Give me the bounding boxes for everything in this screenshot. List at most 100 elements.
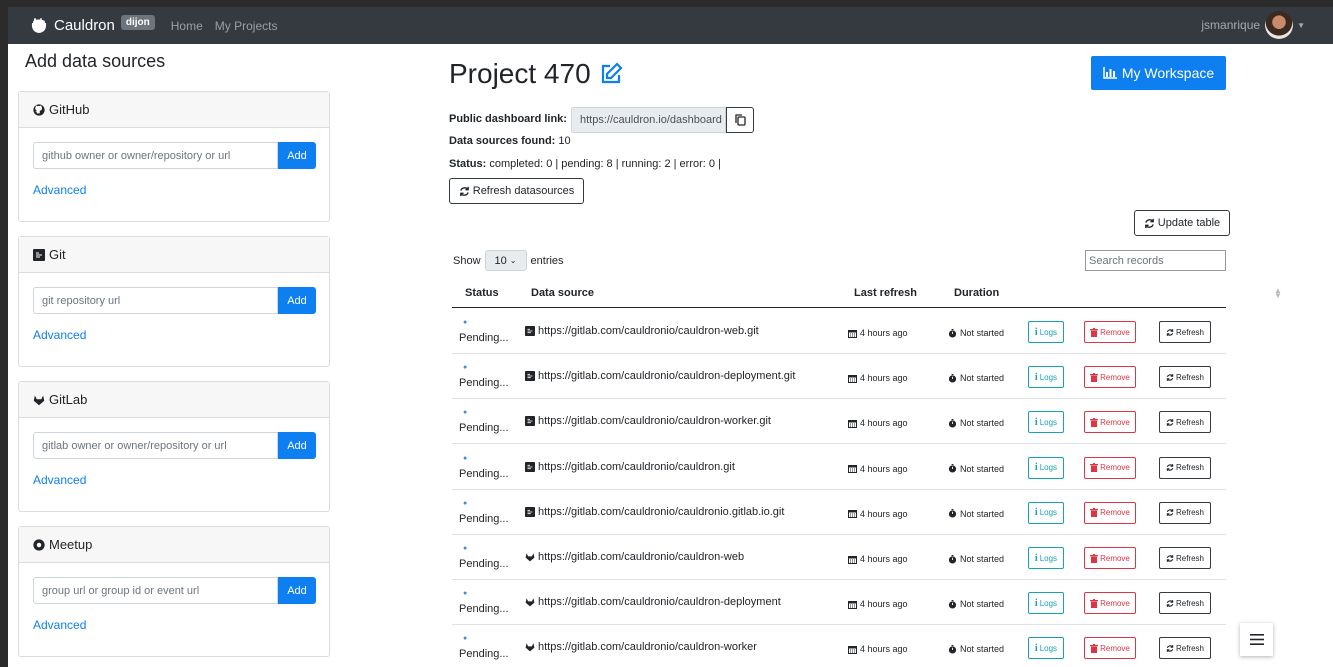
brand[interactable]: Cauldron dijon bbox=[30, 15, 155, 34]
calendar-icon bbox=[848, 510, 857, 519]
meetup-advanced-link[interactable]: Advanced bbox=[33, 618, 315, 632]
refresh-button[interactable]: Refresh bbox=[1159, 321, 1211, 343]
refresh-button[interactable]: Refresh bbox=[1159, 456, 1211, 479]
remove-button[interactable]: Remove bbox=[1084, 547, 1136, 569]
refresh-icon bbox=[1166, 464, 1174, 471]
row-last-refresh-value: 4 hours ago bbox=[860, 373, 908, 384]
logs-label: Logs bbox=[1039, 327, 1058, 337]
meetup-add-button[interactable]: Add bbox=[278, 577, 316, 604]
meetup-input[interactable] bbox=[33, 577, 278, 604]
logs-button[interactable]: i Logs bbox=[1028, 411, 1064, 434]
menu-button[interactable] bbox=[1240, 623, 1273, 656]
refresh-datasources-button[interactable]: Refresh datasources bbox=[449, 178, 584, 204]
row-last-refresh-value: 4 hours ago bbox=[860, 554, 908, 564]
header-duration[interactable]: Duration bbox=[954, 287, 999, 299]
git-advanced-link[interactable]: Advanced bbox=[33, 328, 315, 342]
stopwatch-icon bbox=[948, 599, 957, 609]
nav-my-projects[interactable]: My Projects bbox=[215, 19, 278, 33]
gitlab-input[interactable] bbox=[33, 432, 278, 459]
logs-button[interactable]: i Logs bbox=[1028, 547, 1064, 569]
remove-label: Remove bbox=[1100, 643, 1130, 653]
github-advanced-link[interactable]: Advanced bbox=[33, 183, 315, 197]
public-link-field[interactable]: https://cauldron.io/dashboard bbox=[571, 107, 726, 133]
edit-icon[interactable] bbox=[599, 62, 623, 86]
calendar-icon bbox=[848, 465, 857, 474]
search-records-input[interactable] bbox=[1085, 250, 1226, 271]
table-row: ● Pending... https://gitlab.com/cauldronio… bbox=[452, 580, 1226, 626]
stopwatch-icon bbox=[948, 644, 957, 654]
header-status[interactable]: Status bbox=[465, 287, 499, 299]
header-data-source[interactable]: Data source bbox=[531, 287, 594, 299]
row-duration-value: Not started bbox=[960, 644, 1005, 655]
remove-button[interactable]: Remove bbox=[1084, 366, 1136, 389]
gitlab-add-button[interactable]: Add bbox=[278, 432, 316, 459]
info-icon: i bbox=[1034, 642, 1038, 654]
row-source: https://gitlab.com/cauldronio/cauldron-d… bbox=[525, 596, 781, 608]
gitlab-advanced-link[interactable]: Advanced bbox=[33, 473, 315, 487]
stopwatch-icon bbox=[948, 418, 957, 428]
my-workspace-button[interactable]: My Workspace bbox=[1091, 56, 1226, 90]
row-source-url: https://gitlab.com/cauldronio/cauldron-d… bbox=[538, 596, 781, 609]
row-status: Pending... bbox=[459, 603, 509, 616]
card-github: GitHub Add Advanced bbox=[18, 91, 330, 222]
refresh-button[interactable]: Refresh bbox=[1159, 592, 1211, 615]
info-icon: i bbox=[1034, 416, 1038, 428]
info-icon: i bbox=[1034, 597, 1038, 609]
sort-icon[interactable]: ▲ ▼ bbox=[1274, 287, 1282, 300]
github-input[interactable] bbox=[33, 142, 278, 169]
status-line: Status: completed: 0 | pending: 8 | runn… bbox=[449, 158, 721, 170]
logs-button[interactable]: i Logs bbox=[1028, 456, 1064, 479]
table-row: ● Pending... https://gitlab.com/cauldronio… bbox=[452, 625, 1226, 667]
refresh-button[interactable]: Refresh bbox=[1159, 637, 1211, 660]
update-table-button[interactable]: Update table bbox=[1134, 210, 1230, 236]
project-name: Project 470 bbox=[449, 58, 591, 89]
remove-button[interactable]: Remove bbox=[1084, 321, 1136, 343]
refresh-label: Refresh bbox=[1175, 553, 1204, 563]
row-status: Pending... bbox=[459, 422, 509, 435]
trash-icon bbox=[1090, 598, 1099, 608]
remove-button[interactable]: Remove bbox=[1084, 592, 1136, 615]
git-icon bbox=[525, 506, 535, 517]
remove-button[interactable]: Remove bbox=[1084, 637, 1136, 660]
row-source-url: https://gitlab.com/cauldronio/cauldron-d… bbox=[538, 370, 796, 383]
status-value: completed: 0 | pending: 8 | running: 2 |… bbox=[489, 158, 721, 170]
remove-button[interactable]: Remove bbox=[1084, 456, 1136, 479]
refresh-button[interactable]: Refresh bbox=[1159, 366, 1211, 389]
user-menu[interactable]: jsmanrique ▼ bbox=[1201, 11, 1305, 39]
entries-select[interactable]: 10 ⌄ bbox=[484, 250, 527, 271]
row-last-refresh: 4 hours ago bbox=[848, 599, 908, 609]
remove-label: Remove bbox=[1100, 463, 1130, 473]
remove-button[interactable]: Remove bbox=[1084, 411, 1136, 434]
github-add-button[interactable]: Add bbox=[278, 142, 316, 169]
gitlab-icon bbox=[525, 643, 535, 652]
remove-button[interactable]: Remove bbox=[1084, 501, 1136, 524]
copy-button[interactable] bbox=[726, 107, 754, 133]
refresh-button[interactable]: Refresh bbox=[1159, 547, 1211, 569]
table-row: ● Pending... https://gitlab.com/cauldronio… bbox=[452, 354, 1226, 400]
logs-button[interactable]: i Logs bbox=[1028, 637, 1064, 660]
row-last-refresh: 4 hours ago bbox=[848, 509, 908, 519]
row-source-url: https://gitlab.com/cauldronio/cauldron-w… bbox=[538, 551, 745, 563]
row-duration-value: Not started bbox=[960, 328, 1005, 338]
trash-icon bbox=[1090, 643, 1099, 653]
logs-button[interactable]: i Logs bbox=[1028, 321, 1064, 343]
logs-button[interactable]: i Logs bbox=[1028, 501, 1064, 524]
github-icon bbox=[33, 103, 45, 116]
refresh-label: Refresh bbox=[1175, 508, 1204, 518]
logs-label: Logs bbox=[1039, 508, 1058, 518]
refresh-button[interactable]: Refresh bbox=[1159, 411, 1211, 434]
refresh-button[interactable]: Refresh bbox=[1159, 501, 1211, 524]
stopwatch-icon bbox=[948, 509, 957, 518]
status-dot-icon: ● bbox=[463, 545, 468, 552]
gitlab-icon bbox=[33, 395, 45, 405]
row-last-refresh-value: 4 hours ago bbox=[860, 508, 908, 519]
logs-button[interactable]: i Logs bbox=[1028, 366, 1064, 389]
card-title: GitLab bbox=[49, 392, 88, 407]
logs-button[interactable]: i Logs bbox=[1028, 592, 1064, 615]
username: jsmanrique bbox=[1201, 18, 1261, 32]
nav-home[interactable]: Home bbox=[171, 19, 203, 33]
header-last-refresh[interactable]: Last refresh bbox=[854, 287, 917, 299]
git-add-button[interactable]: Add bbox=[278, 287, 316, 314]
git-input[interactable] bbox=[33, 287, 278, 314]
row-source-url: https://gitlab.com/cauldronio/cauldron-w… bbox=[538, 415, 771, 428]
